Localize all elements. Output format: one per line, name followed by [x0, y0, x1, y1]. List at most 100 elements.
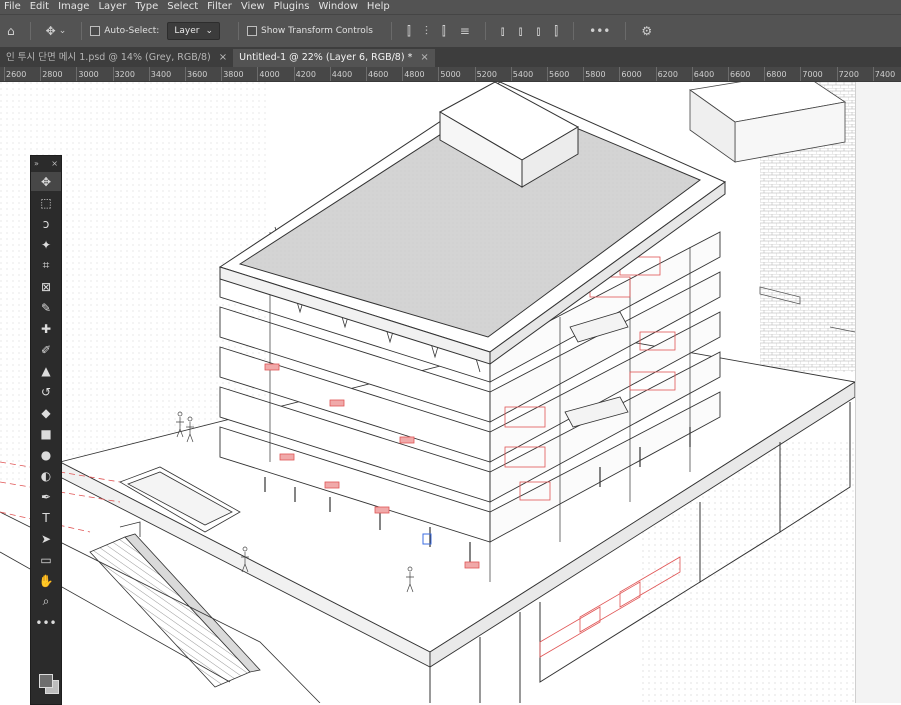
ruler-tick-line: [510, 67, 512, 81]
ruler-tick-label: 4800: [404, 70, 425, 79]
ruler-tick-line: [221, 67, 223, 81]
ruler-tick-line: [40, 67, 42, 81]
distribute-horizontal-icon[interactable]: ⫿: [554, 24, 558, 39]
eyedropper-tool-icon[interactable]: ✎: [31, 298, 61, 317]
dodge-tool-icon[interactable]: ◐: [31, 466, 61, 485]
hand-tool-icon[interactable]: ✋: [31, 571, 61, 590]
move-icon[interactable]: ✥: [46, 24, 56, 38]
ruler-tick-label: 3400: [150, 70, 172, 79]
ruler-tick-label: 6800: [766, 70, 787, 79]
ruler-tick-label: 4000: [259, 70, 280, 79]
ruler-tick-label: 6200: [657, 70, 678, 79]
horizontal-ruler[interactable]: 2600 2800 3000 3200 3400 3600 3800 4000 4200 4400…: [0, 67, 901, 82]
menu-view[interactable]: View: [237, 0, 270, 14]
tab-document-1[interactable]: 인 투시 단면 메시 1.psd @ 14% (Grey, RGB/8) ×: [0, 49, 233, 67]
lasso-tool-icon[interactable]: ↄ: [31, 214, 61, 233]
canvas-area[interactable]: [0, 82, 901, 703]
ruler-tick-line: [836, 67, 838, 81]
menu-select[interactable]: Select: [163, 0, 203, 14]
tools-panel-header[interactable]: » ×: [31, 156, 61, 170]
close-icon[interactable]: ×: [420, 49, 428, 67]
menu-type[interactable]: Type: [131, 0, 163, 14]
ruler-tick-label: 6000: [621, 70, 642, 79]
close-icon[interactable]: ×: [219, 49, 227, 67]
divider: [81, 22, 83, 40]
ruler-tick-label: 4400: [331, 70, 353, 79]
divider: [29, 22, 31, 40]
brush-tool-icon[interactable]: ✐: [31, 340, 61, 359]
menu-bar: File Edit Image Layer Type Select Filter…: [0, 0, 901, 14]
ruler-tick-label: 5200: [476, 70, 497, 79]
ruler-tick-label: 7000: [802, 70, 823, 79]
magic-wand-tool-icon[interactable]: ✦: [31, 235, 61, 254]
auto-select-group: Auto-Select: Layer ⌄: [90, 22, 220, 40]
ruler-tick-label: 5800: [585, 70, 606, 79]
ruler-tick-line: [4, 67, 5, 81]
ruler-tick-label: 2600: [6, 70, 27, 79]
menu-plugins[interactable]: Plugins: [270, 0, 315, 14]
ruler-tick-label: 3600: [187, 70, 208, 79]
tab-label: Untitled-1 @ 22% (Layer 6, RGB/8) *: [239, 52, 413, 63]
collapse-icon[interactable]: »: [34, 159, 39, 168]
distribute-top-icon[interactable]: ⫾: [501, 24, 505, 39]
align-top-icon[interactable]: ≡: [460, 24, 470, 38]
ruler-tick-line: [112, 67, 114, 81]
ruler-tick-line: [655, 67, 657, 81]
ruler-tick-line: [691, 67, 693, 81]
blur-tool-icon[interactable]: ●: [31, 445, 61, 464]
auto-select-checkbox[interactable]: [90, 26, 101, 36]
tab-document-2[interactable]: Untitled-1 @ 22% (Layer 6, RGB/8) * ×: [233, 49, 435, 67]
ruler-tick-line: [800, 67, 802, 81]
chevron-down-icon[interactable]: ⌄: [59, 26, 67, 36]
ruler-tick-line: [293, 67, 295, 81]
move-tool-icon[interactable]: ✥: [31, 172, 61, 191]
path-selection-tool-icon[interactable]: ➤: [31, 529, 61, 548]
ruler-tick-label: 7400: [874, 70, 896, 79]
menu-layer[interactable]: Layer: [94, 0, 131, 14]
align-center-icon[interactable]: ⫶: [425, 24, 428, 39]
transform-controls-group: Show Transform Controls: [246, 26, 373, 36]
layer-dropdown[interactable]: Layer ⌄: [167, 22, 220, 40]
align-right-icon[interactable]: ⫿: [442, 24, 446, 39]
menu-filter[interactable]: Filter: [203, 0, 237, 14]
menu-window[interactable]: Window: [314, 0, 362, 14]
menu-help[interactable]: Help: [363, 0, 395, 14]
home-icon[interactable]: ⌂: [7, 24, 15, 38]
close-icon[interactable]: ×: [51, 159, 58, 168]
frame-tool-icon[interactable]: ⊠: [31, 277, 61, 296]
gear-icon[interactable]: ⚙: [641, 24, 652, 38]
auto-select-label: Auto-Select:: [104, 26, 160, 36]
edit-toolbar-button[interactable]: •••: [31, 613, 61, 632]
divider: [237, 22, 239, 40]
foreground-color-swatch[interactable]: [39, 674, 53, 688]
ruler-tick-label: 3000: [78, 70, 99, 79]
tab-label: 인 투시 단면 메시 1.psd @ 14% (Grey, RGB/8): [6, 52, 211, 63]
ruler-tick-label: 7200: [838, 70, 859, 79]
transform-controls-checkbox[interactable]: [246, 26, 257, 36]
pen-tool-icon[interactable]: ✒: [31, 487, 61, 506]
gradient-tool-icon[interactable]: ■: [31, 424, 61, 443]
menu-image[interactable]: Image: [54, 0, 94, 14]
ruler-tick-line: [728, 67, 729, 81]
crop-tool-icon[interactable]: ⌗: [31, 256, 61, 275]
eraser-tool-icon[interactable]: ◆: [31, 403, 61, 422]
menu-edit[interactable]: Edit: [26, 0, 54, 14]
tools-panel: » × ✥ ⬚ ↄ ✦ ⌗ ⊠ ✎ ✚ ✐ ▲ ↺ ◆ ■ ● ◐ ✒ T ➤ ▭ ✋ ⌕ •••: [30, 155, 62, 705]
marquee-tool-icon[interactable]: ⬚: [31, 193, 61, 212]
clone-stamp-tool-icon[interactable]: ▲: [31, 361, 61, 380]
ruler-tick-line: [583, 67, 585, 81]
zoom-tool-icon[interactable]: ⌕: [31, 592, 61, 611]
align-left-icon[interactable]: ⫿: [407, 24, 411, 39]
history-brush-tool-icon[interactable]: ↺: [31, 382, 61, 401]
ruler-tick-label: 5600: [549, 70, 570, 79]
more-options-button[interactable]: •••: [589, 24, 610, 38]
ruler-tick-line: [366, 67, 367, 81]
distribute-bottom-icon[interactable]: ⫾: [536, 24, 540, 39]
menu-file[interactable]: File: [0, 0, 26, 14]
ruler-tick-line: [547, 67, 548, 81]
distribute-middle-icon[interactable]: ⫾: [519, 24, 523, 39]
rectangle-tool-icon[interactable]: ▭: [31, 550, 61, 569]
type-tool-icon[interactable]: T: [31, 508, 61, 527]
healing-brush-tool-icon[interactable]: ✚: [31, 319, 61, 338]
ruler-tick-line: [76, 67, 78, 81]
